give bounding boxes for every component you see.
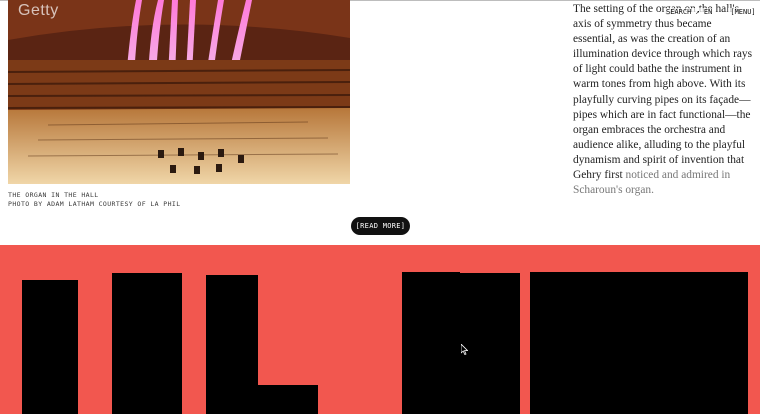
photo-watermark: Getty (18, 2, 59, 19)
top-nav: SEARCH ↗ EN [MENU] (664, 8, 758, 16)
letter-shape-5 (460, 273, 520, 414)
letter-shape-3 (206, 275, 258, 414)
mouse-cursor-icon (461, 344, 468, 355)
search-language-link[interactable]: SEARCH ↗ EN (664, 8, 715, 16)
letter-shape-6 (530, 272, 748, 414)
letter-shape-3-foot (258, 385, 318, 414)
concert-hall-illustration (8, 0, 350, 184)
caption-credit: PHOTO BY ADAM LATHAM COURTESY OF LA PHIL (8, 200, 181, 208)
red-banner (0, 245, 760, 414)
article-paragraph: The setting of the organ on the hall's a… (573, 2, 753, 198)
menu-button[interactable]: [MENU] (728, 8, 758, 16)
letter-shape-2 (112, 273, 182, 414)
read-more-button[interactable]: [READ MORE] (351, 217, 410, 235)
letter-shape-1 (22, 280, 78, 414)
photo-caption: THE ORGAN IN THE HALL PHOTO BY ADAM LATH… (8, 191, 181, 209)
letter-shape-4 (402, 272, 460, 414)
caption-title: THE ORGAN IN THE HALL (8, 191, 99, 199)
oversized-letterforms (22, 272, 748, 414)
organ-hall-photo: Getty (8, 0, 350, 184)
article-body: The setting of the organ on the hall's a… (573, 3, 753, 182)
